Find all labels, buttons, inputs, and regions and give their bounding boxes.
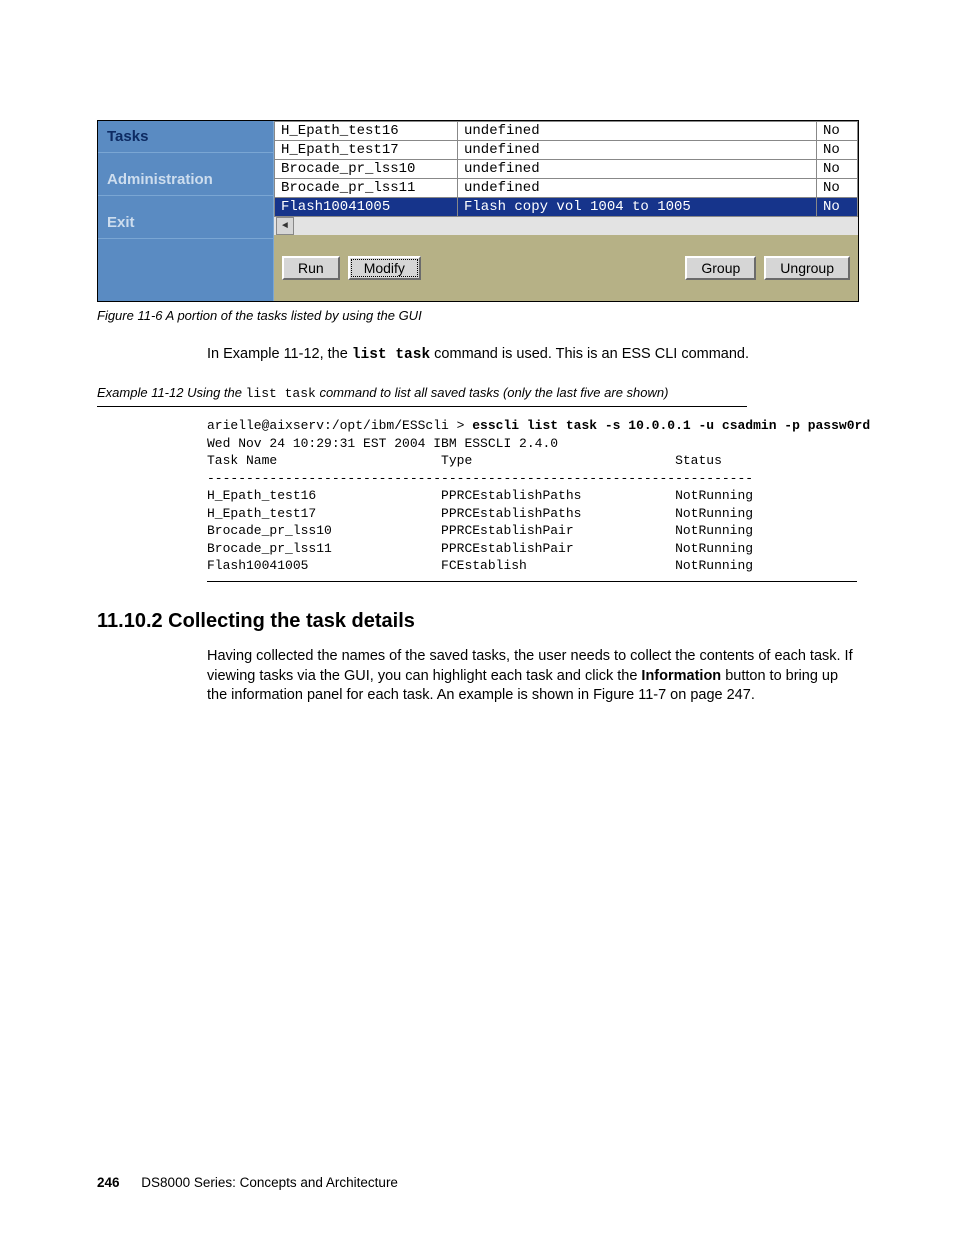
text: Example 11-12 Using the	[97, 385, 246, 400]
table-row[interactable]: H_Epath_test16 undefined No	[275, 122, 858, 141]
cell-task-desc: Flash copy vol 1004 to 1005	[458, 198, 817, 217]
tasks-table[interactable]: H_Epath_test16 undefined No H_Epath_test…	[274, 121, 858, 217]
cli-command: esscli list task -s 10.0.0.1 -u csadmin …	[472, 418, 870, 433]
section-heading: 11.10.2 Collecting the task details	[97, 610, 857, 633]
group-button[interactable]: Group	[685, 256, 756, 280]
horizontal-scrollbar[interactable]: ◄	[274, 217, 858, 235]
text: In Example 11-12, the	[207, 346, 352, 362]
cell-task-desc: undefined	[458, 122, 817, 141]
book-title: DS8000 Series: Concepts and Architecture	[141, 1175, 398, 1190]
sidebar-item-tasks[interactable]: Tasks	[98, 121, 273, 153]
inline-code: list task	[352, 347, 430, 363]
table-row[interactable]: Brocade_pr_lss11 undefined No	[275, 179, 858, 198]
cli-row: Flash10041005 FCEstablish NotRunning	[207, 558, 753, 573]
cell-task-no: No	[817, 122, 858, 141]
modify-button[interactable]: Modify	[348, 256, 421, 280]
toolbar: Run Modify Group Ungroup	[274, 235, 858, 301]
cell-task-desc: undefined	[458, 179, 817, 198]
table-row[interactable]: Brocade_pr_lss10 undefined No	[275, 160, 858, 179]
inline-code: list task	[246, 386, 316, 401]
cli-row: Brocade_pr_lss10 PPRCEstablishPair NotRu…	[207, 523, 753, 538]
cell-task-name: H_Epath_test16	[275, 122, 458, 141]
figure-caption: Figure 11-6 A portion of the tasks liste…	[97, 308, 857, 323]
scroll-left-icon[interactable]: ◄	[276, 217, 294, 235]
cli-sep: ----------------------------------------…	[207, 471, 753, 486]
sidebar-item-exit[interactable]: Exit	[98, 196, 273, 239]
gui-screenshot: Tasks Administration Exit H_Epath_test16…	[97, 120, 859, 302]
cell-task-name: H_Epath_test17	[275, 141, 458, 160]
cell-task-name: Flash10041005	[275, 198, 458, 217]
bold-text: Information	[641, 668, 721, 684]
cli-row: H_Epath_test16 PPRCEstablishPaths NotRun…	[207, 488, 753, 503]
table-row-selected[interactable]: Flash10041005 Flash copy vol 1004 to 100…	[275, 198, 858, 217]
cli-header: Task Name Type Status	[207, 453, 722, 468]
sidebar-item-administration[interactable]: Administration	[98, 153, 273, 196]
cell-task-desc: undefined	[458, 160, 817, 179]
table-row[interactable]: H_Epath_test17 undefined No	[275, 141, 858, 160]
cell-task-no: No	[817, 179, 858, 198]
page-footer: 246 DS8000 Series: Concepts and Architec…	[97, 1175, 398, 1190]
cli-line: Wed Nov 24 10:29:31 EST 2004 IBM ESSCLI …	[207, 436, 558, 451]
gui-main: H_Epath_test16 undefined No H_Epath_test…	[274, 121, 858, 301]
ungroup-button[interactable]: Ungroup	[764, 256, 850, 280]
cell-task-no: No	[817, 198, 858, 217]
text: command to list all saved tasks (only th…	[316, 385, 669, 400]
paragraph: Having collected the names of the saved …	[207, 647, 857, 706]
cell-task-no: No	[817, 141, 858, 160]
cli-output: arielle@aixserv:/opt/ibm/ESScli > esscli…	[207, 411, 857, 582]
paragraph: In Example 11-12, the list task command …	[207, 345, 857, 366]
gui-sidebar: Tasks Administration Exit	[98, 121, 274, 301]
text: command is used. This is an ESS CLI comm…	[430, 346, 749, 362]
cli-row: H_Epath_test17 PPRCEstablishPaths NotRun…	[207, 506, 753, 521]
cli-prompt: arielle@aixserv:/opt/ibm/ESScli >	[207, 418, 472, 433]
cell-task-no: No	[817, 160, 858, 179]
example-caption: Example 11-12 Using the list task comman…	[97, 384, 747, 408]
run-button[interactable]: Run	[282, 256, 340, 280]
cli-row: Brocade_pr_lss11 PPRCEstablishPair NotRu…	[207, 541, 753, 556]
cell-task-name: Brocade_pr_lss11	[275, 179, 458, 198]
page-number: 246	[97, 1175, 120, 1190]
cell-task-name: Brocade_pr_lss10	[275, 160, 458, 179]
cell-task-desc: undefined	[458, 141, 817, 160]
